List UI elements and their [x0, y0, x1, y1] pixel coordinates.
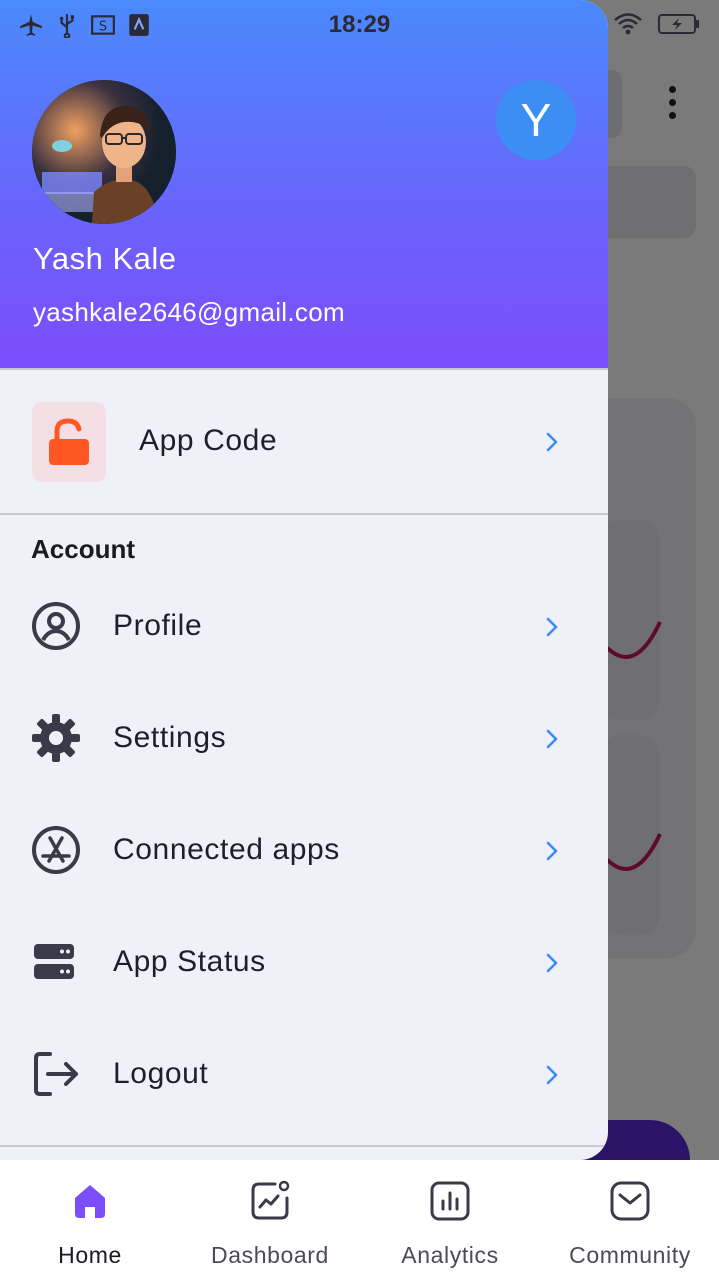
chart-line-icon: [251, 1180, 290, 1220]
app-code-row[interactable]: App Code: [0, 370, 608, 513]
section-title-account: Account: [31, 534, 135, 564]
home-icon: [75, 1185, 105, 1218]
chevron-right-icon: [546, 953, 558, 973]
chevron-right-icon: [546, 432, 558, 452]
mail-icon: [610, 1181, 650, 1221]
battery-charging-icon: [658, 14, 699, 34]
menu-item-label: Logout: [113, 1057, 209, 1090]
menu-item-label: Settings: [113, 721, 227, 754]
nav-community[interactable]: Community: [540, 1160, 719, 1272]
menu-item-label: Connected apps: [113, 833, 340, 866]
app-store-icon: [32, 826, 80, 874]
status-bar: S 18:29: [0, 0, 719, 50]
menu-item-profile[interactable]: Profile: [0, 570, 608, 682]
profile-photo[interactable]: [32, 80, 176, 224]
wifi-icon: [614, 13, 642, 35]
menu-item-logout[interactable]: Logout: [0, 1018, 608, 1130]
nav-label: Home: [58, 1242, 122, 1268]
chevron-right-icon: [546, 1065, 558, 1085]
logout-icon: [34, 1052, 78, 1096]
drawer-header: Y Yash Kale yashkale2646@gmail.com: [0, 0, 608, 368]
app-code-label: App Code: [139, 424, 278, 457]
menu-item-label: App Status: [113, 945, 266, 978]
user-email: yashkale2646@gmail.com: [33, 297, 345, 327]
app-code-tile: [32, 402, 106, 482]
menu-item-connected-apps[interactable]: Connected apps: [0, 794, 608, 906]
nav-label: Community: [569, 1242, 691, 1268]
user-circle-icon: [32, 602, 80, 650]
chevron-right-icon: [546, 617, 558, 637]
status-time: 18:29: [328, 11, 391, 38]
chevron-right-icon: [546, 841, 558, 861]
menu-item-app-status[interactable]: App Status: [0, 906, 608, 1018]
divider: [0, 513, 608, 515]
navigation-drawer: Y Yash Kale yashkale2646@gmail.com App C…: [0, 0, 608, 1160]
bottom-navigation: Home Dashboard Analytics Community: [0, 1160, 719, 1272]
nav-label: Dashboard: [211, 1242, 329, 1268]
menu-item-label: Profile: [113, 609, 203, 642]
nav-label: Analytics: [401, 1242, 499, 1268]
nav-dashboard[interactable]: Dashboard: [180, 1160, 360, 1272]
bar-chart-icon: [430, 1181, 470, 1221]
divider: [0, 1145, 608, 1147]
unlocked-padlock-icon: [49, 418, 89, 465]
gear-icon: [32, 714, 80, 762]
server-icon: [34, 944, 74, 979]
account-initial-avatar[interactable]: Y: [496, 80, 576, 160]
menu-item-settings[interactable]: Settings: [0, 682, 608, 794]
chevron-right-icon: [546, 729, 558, 749]
user-name: Yash Kale: [33, 241, 177, 276]
nav-home[interactable]: Home: [0, 1160, 180, 1272]
nav-analytics[interactable]: Analytics: [360, 1160, 540, 1272]
